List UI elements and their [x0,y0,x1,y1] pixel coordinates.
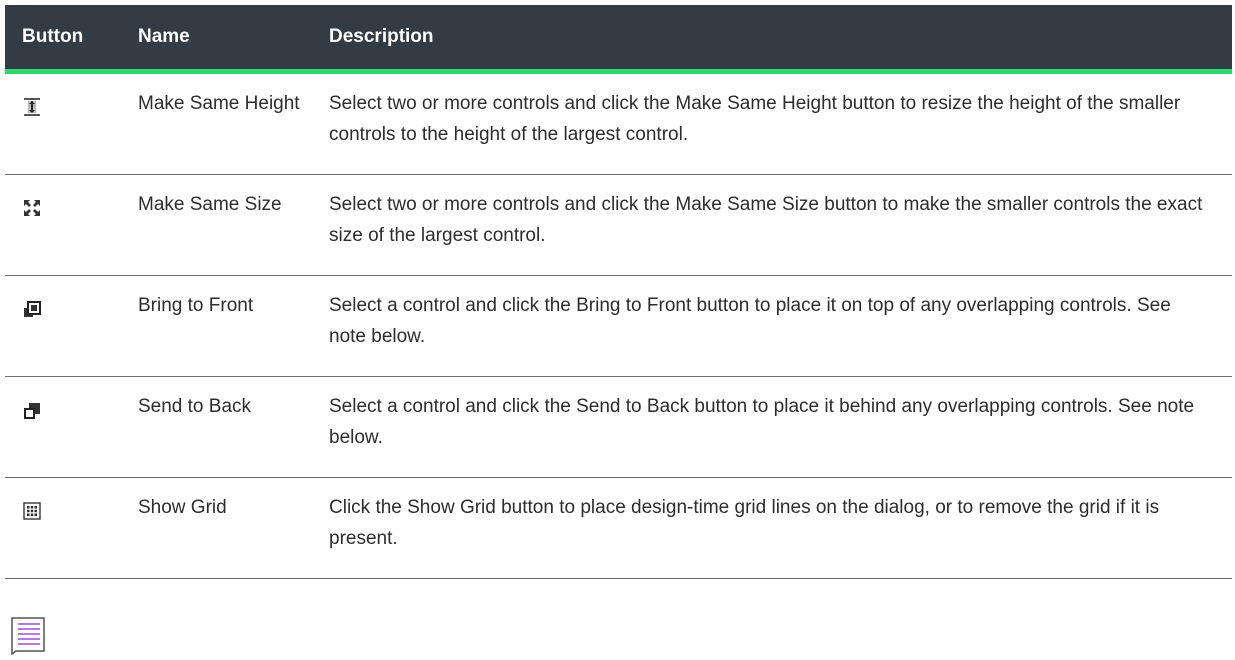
row-description: Select a control and click the Bring to … [329,295,1171,347]
table-header: Button Name Description [5,5,1232,74]
make-same-size-icon [24,200,40,216]
show-grid-icon [23,502,41,520]
row-name: Bring to Front [138,295,254,316]
row-name: Show Grid [138,497,227,518]
row-description: Select two or more controls and click th… [329,93,1181,145]
button-reference-table: Button Name Description Make Same Height… [5,5,1232,579]
header-description: Description [329,26,434,47]
row-description: Select two or more controls and click th… [329,194,1203,246]
send-to-back-icon [24,403,40,419]
button-cell [5,189,133,218]
row-description: Click the Show Grid button to place desi… [329,497,1160,549]
button-cell [5,290,133,319]
table-row: Bring to Front Select a control and clic… [5,276,1232,377]
header-name: Name [138,26,190,47]
button-cell [5,492,133,521]
table-row: Show Grid Click the Show Grid button to … [5,478,1232,579]
note-icon [10,617,50,660]
table-row: Send to Back Select a control and click … [5,377,1232,478]
button-cell [5,88,133,117]
row-description: Select a control and click the Send to B… [329,396,1195,448]
row-name: Make Same Height [138,93,300,114]
row-name: Send to Back [138,396,252,417]
row-name: Make Same Size [138,194,282,215]
table-row: Make Same Height Select two or more cont… [5,74,1232,175]
bring-to-front-icon [24,301,41,317]
make-same-height-icon [24,98,40,116]
button-cell [5,391,133,420]
table-row: Make Same Size Select two or more contro… [5,175,1232,276]
header-button: Button [22,26,84,47]
